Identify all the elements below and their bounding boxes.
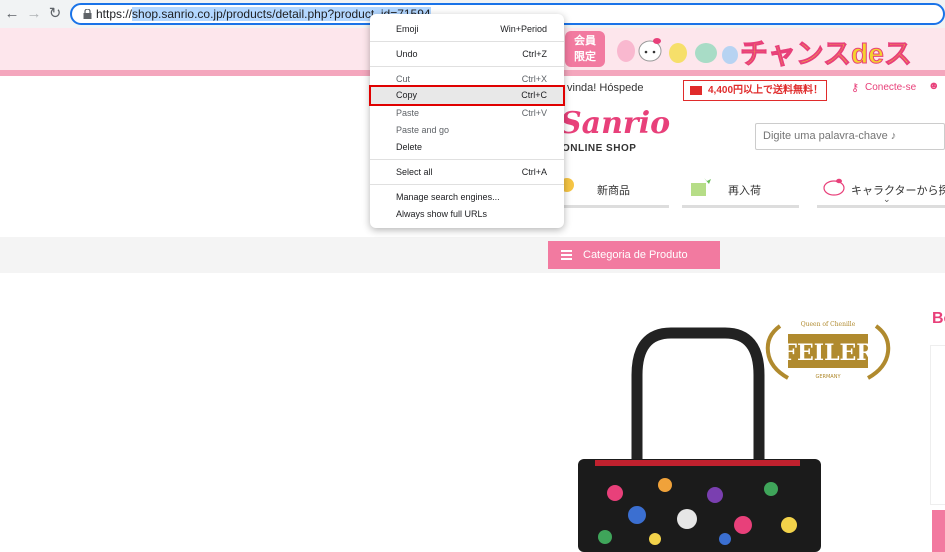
menu-item-delete[interactable]: Delete bbox=[370, 139, 564, 156]
menu-item-shortcut: Ctrl+C bbox=[521, 90, 547, 100]
menu-item-label: Delete bbox=[396, 142, 423, 152]
menu-item-label: Emoji bbox=[396, 24, 419, 34]
side-panel bbox=[930, 345, 945, 505]
menu-item-label: Paste bbox=[396, 108, 420, 118]
nav-characters[interactable]: キャラクターから探す ⌄ bbox=[817, 178, 945, 208]
nav-label: 再入荷 bbox=[728, 185, 761, 197]
logo-subtitle: ONLINE SHOP bbox=[562, 143, 637, 154]
nav-new-items[interactable]: 新商品 bbox=[560, 178, 669, 208]
truck-icon bbox=[690, 86, 702, 95]
characters-illustration-icon bbox=[617, 38, 738, 64]
menu-item-label: Paste and go bbox=[396, 125, 450, 135]
menu-item-always-show-full-urls[interactable]: Always show full URLs bbox=[370, 206, 564, 223]
key-icon: ⚷ bbox=[851, 82, 860, 94]
nav-label: キャラクターから探す bbox=[851, 185, 945, 197]
members-badge: 会員 限定 bbox=[565, 31, 605, 67]
free-shipping-label: 4,400円以上で送料無料！ bbox=[708, 85, 824, 96]
lock-icon bbox=[83, 9, 92, 19]
nav-underline bbox=[817, 205, 945, 208]
sanrio-logo[interactable]: Sanrio bbox=[560, 106, 670, 141]
menu-item-paste[interactable]: Paste Ctrl+V bbox=[370, 105, 564, 122]
welcome-text: vinda! Hóspede bbox=[567, 82, 644, 94]
nav-restock[interactable]: 再入荷 bbox=[682, 178, 799, 208]
user-icon[interactable]: ☻ bbox=[928, 80, 940, 92]
search-input[interactable] bbox=[756, 124, 943, 148]
menu-icon bbox=[561, 250, 572, 260]
menu-item-shortcut: Ctrl+Z bbox=[522, 49, 547, 59]
keyword-search[interactable] bbox=[755, 123, 945, 150]
category-button[interactable]: Categoria de Produto bbox=[548, 241, 720, 269]
login-link[interactable]: Conecte-se bbox=[865, 82, 916, 93]
menu-item-undo[interactable]: Undo Ctrl+Z bbox=[370, 46, 564, 63]
nav-label: 新商品 bbox=[597, 185, 630, 197]
category-button-label: Categoria de Produto bbox=[583, 249, 688, 261]
nav-underline bbox=[682, 205, 799, 208]
free-shipping-badge[interactable]: 4,400円以上で送料無料！ bbox=[683, 80, 827, 101]
menu-item-label: Always show full URLs bbox=[396, 209, 488, 219]
forward-arrow-icon[interactable]: → bbox=[25, 5, 43, 23]
back-arrow-icon[interactable]: ← bbox=[3, 5, 21, 23]
menu-item-manage-search-engines[interactable]: Manage search engines... bbox=[370, 189, 564, 206]
menu-item-shortcut: Win+Period bbox=[500, 24, 547, 34]
context-menu: Emoji Win+Period Undo Ctrl+Z Cut Ctrl+X … bbox=[369, 14, 565, 228]
menu-item-select-all[interactable]: Select all Ctrl+A bbox=[370, 164, 564, 181]
menu-item-paste-and-go[interactable]: Paste and go bbox=[370, 122, 564, 139]
nav-underline bbox=[560, 205, 669, 208]
banner-slogan: チャンスdeス bbox=[740, 38, 913, 70]
menu-separator bbox=[370, 41, 564, 42]
menu-item-label: Manage search engines... bbox=[396, 192, 500, 202]
category-strip bbox=[0, 237, 945, 273]
menu-item-label: Undo bbox=[396, 49, 418, 59]
menu-separator bbox=[370, 66, 564, 67]
menu-item-emoji[interactable]: Emoji Win+Period bbox=[370, 21, 564, 38]
menu-item-label: Copy bbox=[396, 90, 418, 100]
menu-item-copy[interactable]: Copy Ctrl+C bbox=[369, 85, 565, 106]
menu-item-shortcut: Ctrl+A bbox=[521, 167, 547, 177]
menu-item-shortcut: Ctrl+V bbox=[521, 108, 547, 118]
box-icon bbox=[691, 178, 711, 196]
menu-separator bbox=[370, 184, 564, 185]
product-tote-bag-image bbox=[578, 327, 821, 552]
menu-item-label: Select all bbox=[396, 167, 433, 177]
hello-kitty-icon bbox=[823, 178, 845, 196]
menu-separator bbox=[370, 159, 564, 160]
url-prefix: https:// bbox=[96, 7, 133, 21]
chevron-down-icon: ⌄ bbox=[883, 194, 891, 204]
reload-icon[interactable]: ↻ bbox=[46, 5, 64, 23]
side-pink-button[interactable] bbox=[932, 510, 945, 552]
side-heading: Bo bbox=[932, 310, 945, 327]
